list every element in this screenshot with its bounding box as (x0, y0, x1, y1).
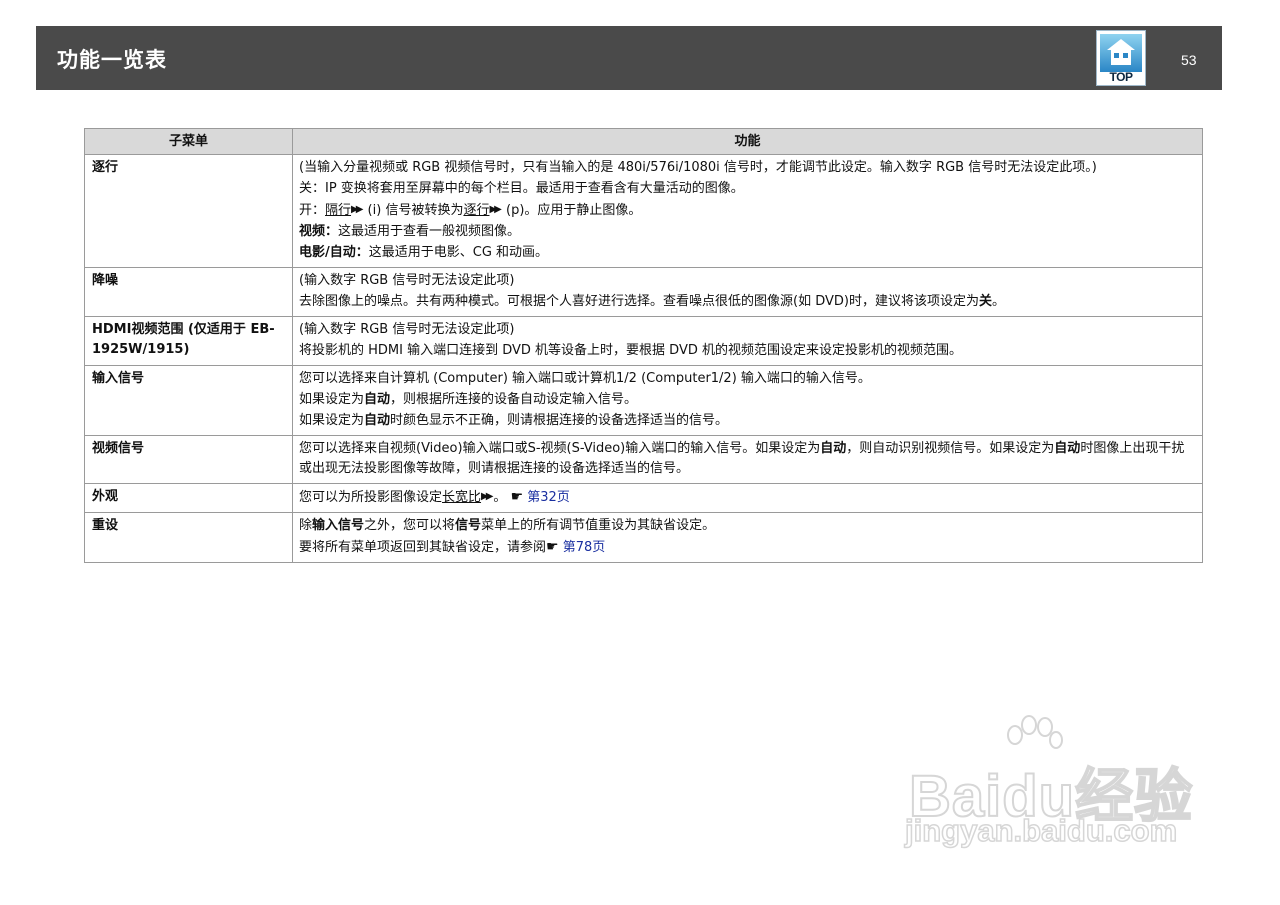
column-header-function: 功能 (292, 128, 1203, 155)
double-arrow-icon: ▶▶ (489, 204, 502, 215)
function-line: 去除图像上的噪点。共有两种模式。可根据个人喜好进行选择。查看噪点很低的图像源(如… (299, 294, 1005, 309)
function-line: 电影/自动：这最适用于电影、CG 和动画。 (299, 245, 549, 260)
function-line: 关：IP 变换将套用至屏幕中的每个栏目。最适用于查看含有大量活动的图像。 (299, 181, 744, 196)
function-line: (当输入分量视频或 RGB 视频信号时，只有当输入的是 480i/576i/10… (299, 160, 1097, 175)
function-line: 视频：这最适用于查看一般视频图像。 (299, 224, 521, 239)
function-line: 要将所有菜单项返回到其缺省设定，请参阅☛ 第78页 (299, 539, 606, 555)
table-row: 输入信号 您可以选择来自计算机 (Computer) 输入端口或计算机1/2 (… (84, 365, 1203, 436)
glossary-link-aspect[interactable]: 长宽比 (442, 490, 481, 505)
function-cell: 您可以选择来自计算机 (Computer) 输入端口或计算机1/2 (Compu… (292, 365, 1203, 436)
function-line: 如果设定为自动时颜色显示不正确，则请根据连接的设备选择适当的信号。 (299, 413, 729, 428)
page-reference-link[interactable]: 第32页 (527, 490, 570, 505)
function-line: 您可以选择来自视频(Video)输入端口或S-视频(S-Video)输入端口的输… (299, 441, 1185, 476)
top-button-label: TOP (1109, 70, 1133, 84)
double-arrow-icon: ▶▶ (481, 491, 494, 502)
table-row: 重设 除输入信号之外，您可以将信号菜单上的所有调节值重设为其缺省设定。 要将所有… (84, 512, 1203, 563)
function-cell: (输入数字 RGB 信号时无法设定此项) 去除图像上的噪点。共有两种模式。可根据… (292, 267, 1203, 317)
function-cell: 除输入信号之外，您可以将信号菜单上的所有调节值重设为其缺省设定。 要将所有菜单项… (292, 512, 1203, 563)
function-cell: (输入数字 RGB 信号时无法设定此项) 将投影机的 HDMI 输入端口连接到 … (292, 316, 1203, 366)
pointing-hand-icon: ☛ (546, 539, 559, 555)
submenu-cell: 重设 (84, 512, 293, 563)
function-table: 子菜单 功能 逐行 (当输入分量视频或 RGB 视频信号时，只有当输入的是 48… (84, 128, 1203, 563)
top-button[interactable]: TOP (1096, 30, 1146, 86)
function-cell: (当输入分量视频或 RGB 视频信号时，只有当输入的是 480i/576i/10… (292, 154, 1203, 268)
table-row: 视频信号 您可以选择来自视频(Video)输入端口或S-视频(S-Video)输… (84, 435, 1203, 484)
function-line: 除输入信号之外，您可以将信号菜单上的所有调节值重设为其缺省设定。 (299, 518, 716, 533)
function-line: 开：隔行▶▶ (i) 信号被转换为逐行▶▶ (p)。应用于静止图像。 (299, 203, 642, 218)
table-row: 逐行 (当输入分量视频或 RGB 视频信号时，只有当输入的是 480i/576i… (84, 154, 1203, 268)
glossary-link-interlace[interactable]: 隔行 (325, 203, 351, 218)
paw-icon (1007, 715, 1063, 749)
page-title: 功能一览表 (57, 48, 167, 72)
submenu-cell: HDMI视频范围 (仅适用于 EB-1925W/1915) (84, 316, 293, 366)
function-line: 将投影机的 HDMI 输入端口连接到 DVD 机等设备上时，要根据 DVD 机的… (299, 343, 963, 358)
column-header-submenu: 子菜单 (84, 128, 293, 155)
submenu-cell: 逐行 (84, 154, 293, 268)
function-line: 您可以选择来自计算机 (Computer) 输入端口或计算机1/2 (Compu… (299, 371, 871, 386)
table-row: 降噪 (输入数字 RGB 信号时无法设定此项) 去除图像上的噪点。共有两种模式。… (84, 267, 1203, 317)
table-row: 外观 您可以为所投影图像设定长宽比▶▶。 ☛ 第32页 (84, 483, 1203, 513)
submenu-cell: 视频信号 (84, 435, 293, 484)
watermark-url: jingyan.baidu.com (904, 812, 1178, 849)
function-cell: 您可以选择来自视频(Video)输入端口或S-视频(S-Video)输入端口的输… (292, 435, 1203, 484)
watermark-brand: Baidu经验 (908, 763, 1194, 830)
glossary-link-progressive[interactable]: 逐行 (463, 203, 489, 218)
table-header-row: 子菜单 功能 (84, 128, 1203, 155)
submenu-cell: 输入信号 (84, 365, 293, 436)
function-line: (输入数字 RGB 信号时无法设定此项) (299, 322, 515, 337)
submenu-cell: 外观 (84, 483, 293, 513)
page-header: 功能一览表 TOP 53 (36, 26, 1222, 90)
baidu-watermark: Baidu经验 jingyan.baidu.com (904, 715, 1205, 865)
page-reference-link[interactable]: 第78页 (563, 540, 606, 555)
function-cell: 您可以为所投影图像设定长宽比▶▶。 ☛ 第32页 (292, 483, 1203, 513)
table-row: HDMI视频范围 (仅适用于 EB-1925W/1915) (输入数字 RGB … (84, 316, 1203, 366)
house-top-icon (1100, 34, 1142, 72)
page-number: 53 (1181, 52, 1197, 68)
submenu-cell: 降噪 (84, 267, 293, 317)
double-arrow-icon: ▶▶ (351, 204, 364, 215)
pointing-hand-icon: ☛ (510, 489, 524, 505)
function-line: 如果设定为自动，则根据所连接的设备自动设定输入信号。 (299, 392, 638, 407)
function-line: 您可以为所投影图像设定长宽比▶▶。 ☛ 第32页 (299, 489, 570, 505)
function-line: (输入数字 RGB 信号时无法设定此项) (299, 273, 515, 288)
